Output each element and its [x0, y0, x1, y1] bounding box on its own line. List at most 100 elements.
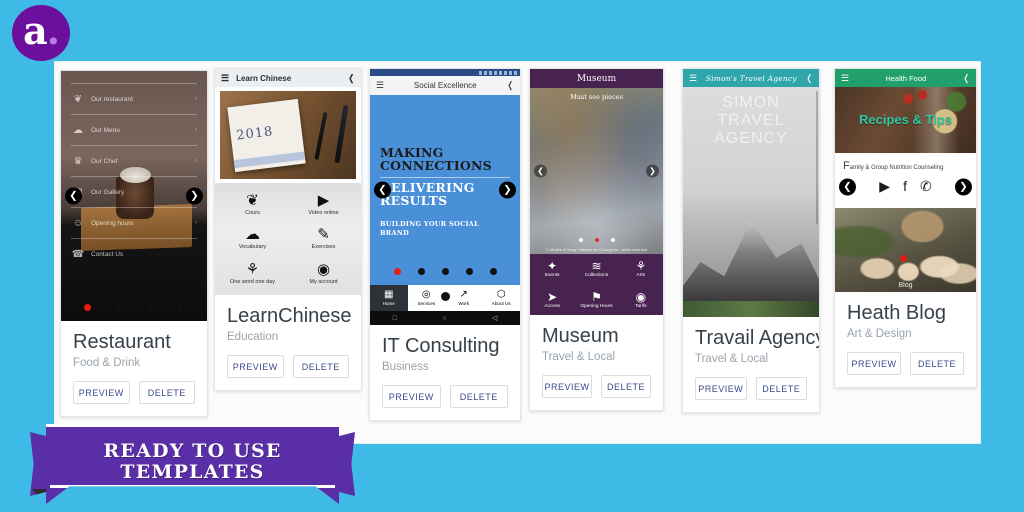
template-card-heath-blog[interactable]: ☰ Health Food ❬ Recipes & Tips Family & …	[834, 68, 977, 388]
card-actions: PREVIEW DELETE	[835, 340, 976, 387]
grid-item[interactable]: ≋ Collections	[574, 254, 618, 285]
delete-button[interactable]: DELETE	[138, 381, 195, 404]
menu-row[interactable]: ☎ Contact Us	[71, 238, 197, 269]
carousel-prev-button[interactable]: ❮	[839, 178, 856, 196]
carousel-dot[interactable]	[610, 238, 615, 242]
carousel-next-button[interactable]: ❯	[186, 187, 203, 205]
template-card-restaurant[interactable]: ❦ Our restaurant › ☁ Our Menu › ♛ Our Ch…	[60, 70, 208, 417]
card-category: Business	[382, 361, 429, 373]
grid-item[interactable]: ❦ Cours	[217, 187, 288, 222]
carousel-dots	[370, 268, 520, 275]
delete-button[interactable]: DELETE	[601, 375, 651, 398]
navigation-icon: ➤	[547, 289, 558, 304]
tab-work[interactable]: ↗ Work	[445, 285, 483, 311]
menu-label: Our Chef	[91, 157, 118, 165]
card-actions: PREVIEW DELETE	[530, 363, 663, 410]
card-actions: PREVIEW DELETE	[61, 369, 207, 416]
grid-item[interactable]: ◉ Tarifs	[619, 285, 663, 316]
share-icon[interactable]: ❬	[805, 73, 813, 83]
carousel-next-button[interactable]: ❯	[955, 178, 972, 196]
share-icon[interactable]: ❬	[506, 81, 514, 90]
carousel-dot[interactable]	[393, 268, 401, 275]
template-card-learnchinese[interactable]: ☰ Learn Chinese ❬ ❦ Cours ▶ Video online…	[214, 68, 362, 391]
carousel-next-button[interactable]: ❯	[499, 181, 516, 199]
trophy-icon: ♛	[73, 155, 83, 167]
scrollbar[interactable]	[816, 91, 818, 224]
menu-row[interactable]: ♛ Our Chef ›	[71, 145, 197, 176]
android-home-icon[interactable]: ○	[442, 315, 446, 322]
hamburger-icon[interactable]: ☰	[841, 73, 849, 83]
delete-button[interactable]: DELETE	[910, 352, 964, 375]
app-bar: ☰ Health Food ❬	[835, 69, 976, 87]
hamburger-icon[interactable]: ☰	[221, 73, 229, 83]
carousel-dot[interactable]	[115, 304, 122, 311]
carousel-dot[interactable]	[465, 268, 473, 275]
grid-item[interactable]: ✎ Exercises	[288, 222, 359, 257]
blog-photo: Blog	[835, 208, 976, 292]
grid-item-label: Vocabulary	[238, 244, 267, 251]
grid-item[interactable]: ▶ Video online	[288, 187, 359, 222]
badge-icon: ⬡	[496, 289, 506, 300]
carousel-prev-button[interactable]: ❮	[65, 187, 82, 205]
grid-item[interactable]: ☁ Vocabulary	[217, 222, 288, 257]
grid-item[interactable]: ➤ Access	[530, 285, 574, 316]
template-card-travail-agency[interactable]: ☰ Simon's Travel Agency ❬ SIMON TRAVEL A…	[682, 68, 820, 413]
delete-button[interactable]: DELETE	[292, 355, 349, 378]
carousel-dot[interactable]	[594, 238, 599, 242]
grid-item[interactable]: ✦ Events	[530, 254, 574, 285]
share-icon[interactable]: ❬	[962, 73, 970, 83]
preview-button[interactable]: PREVIEW	[542, 375, 592, 398]
hamburger-icon[interactable]: ☰	[689, 73, 697, 83]
hamburger-icon[interactable]: ☰	[376, 81, 384, 90]
carousel-dot[interactable]	[441, 268, 449, 275]
carousel-dot[interactable]	[489, 268, 497, 275]
grid-item[interactable]: ⚘ Arts	[619, 254, 663, 285]
android-status-bar	[370, 69, 520, 76]
menu-row[interactable]: ☺ Opening hours ›	[71, 207, 197, 238]
preview-button[interactable]: PREVIEW	[382, 385, 441, 408]
carousel-dot[interactable]	[578, 238, 583, 242]
tab-home[interactable]: ▦ Home	[370, 285, 408, 311]
carousel-dot-active[interactable]	[899, 255, 907, 263]
menu-row[interactable]: ☁ Our Menu ›	[71, 114, 197, 145]
carousel-dot[interactable]	[146, 304, 153, 311]
delete-button[interactable]: DELETE	[755, 377, 807, 400]
carousel-prev-button[interactable]: ❮	[374, 181, 391, 199]
grid-item[interactable]: ⚘ One word one day	[217, 256, 288, 291]
tab-services[interactable]: ◎ Services	[408, 285, 446, 311]
preview-button[interactable]: PREVIEW	[695, 377, 747, 400]
carousel-dot[interactable]	[84, 304, 91, 311]
grid-item[interactable]: ⚑ Opening Hours	[574, 285, 618, 316]
hero-image: Recipes & Tips	[835, 87, 976, 153]
cloud-icon: ☁	[73, 124, 83, 136]
template-card-museum[interactable]: Museum Must see pieces ❮ ❯ © Musée d'Ors…	[529, 68, 664, 411]
android-back-icon[interactable]: □	[393, 315, 397, 322]
carousel-next-button[interactable]: ❯	[646, 164, 659, 178]
card-title: IT Consulting	[382, 335, 500, 357]
share-icon[interactable]: ❬	[347, 73, 355, 83]
tab-about-us[interactable]: ⬡ About Us	[483, 285, 521, 311]
menu-row[interactable]: ❦ Our restaurant ›	[71, 83, 197, 114]
menu-label: Our restaurant	[91, 95, 133, 103]
twitter-icon[interactable]: ✆	[920, 179, 932, 193]
hero-headline-secondary: DELIVERING RESULTS	[380, 180, 475, 208]
app-bar-title: Museum	[576, 73, 617, 84]
menu-row[interactable]: ▣ Our Gallery ›	[71, 176, 197, 207]
floating-action-button[interactable]	[440, 292, 450, 301]
travail-preview: ☰ Simon's Travel Agency ❬ SIMON TRAVEL A…	[683, 69, 819, 317]
preview-button[interactable]: PREVIEW	[227, 355, 284, 378]
delete-button[interactable]: DELETE	[449, 385, 508, 408]
feature-grid: ✦ Events ≋ Collections ⚘ Arts ➤ Access ⚑…	[530, 254, 663, 315]
android-recents-icon[interactable]: ◁	[492, 314, 497, 322]
template-card-itconsulting[interactable]: ☰ Social Excellence ❬ MAKING CONNECTIONS…	[369, 68, 521, 421]
carousel-dot[interactable]	[177, 304, 184, 311]
facebook-icon[interactable]: f	[903, 179, 907, 193]
tab-label: Work	[458, 301, 470, 306]
youtube-icon[interactable]: ▶	[879, 179, 890, 193]
logo-letter: a	[23, 8, 48, 53]
preview-button[interactable]: PREVIEW	[847, 352, 901, 375]
grid-item[interactable]: ◉ My account	[288, 256, 359, 291]
carousel-prev-button[interactable]: ❮	[534, 164, 547, 178]
carousel-dot[interactable]	[417, 268, 425, 275]
preview-button[interactable]: PREVIEW	[73, 381, 130, 404]
